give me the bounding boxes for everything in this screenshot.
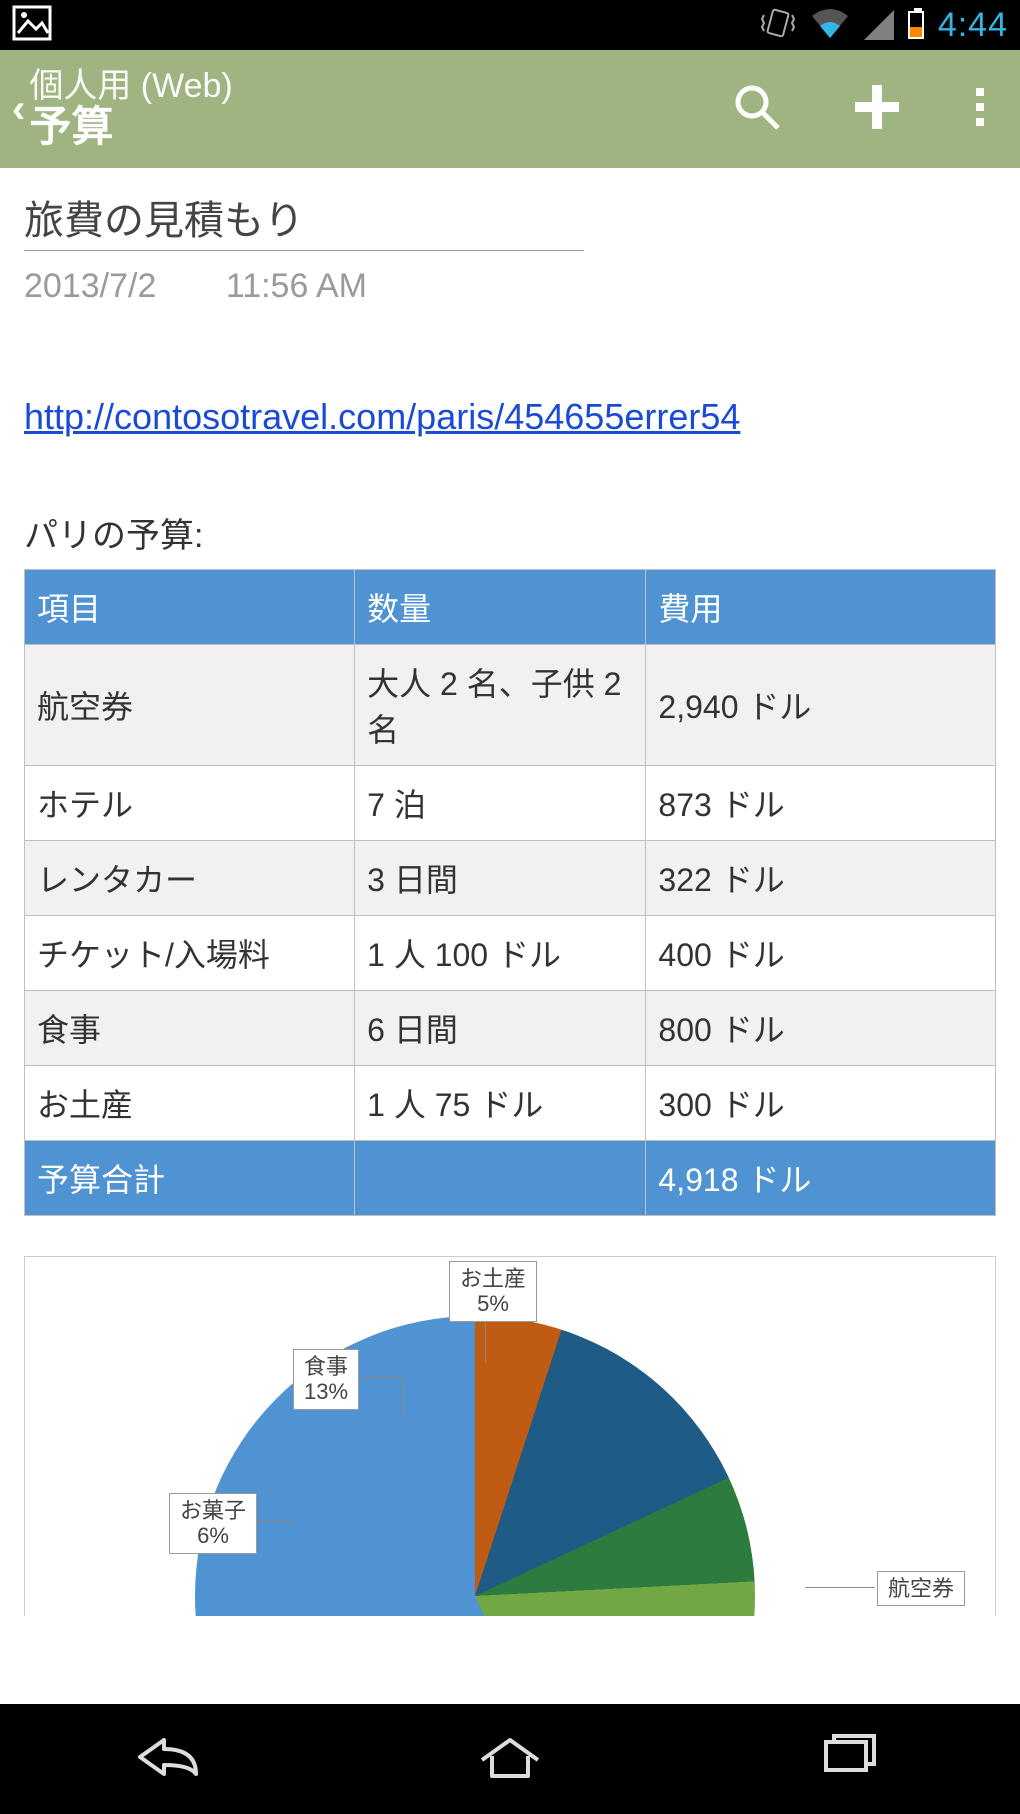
status-clock: 4:44 bbox=[938, 6, 1008, 45]
pie-label-koukuu: 航空券 bbox=[877, 1571, 965, 1606]
pie-label-omiyage: お土産5% bbox=[449, 1261, 537, 1322]
table-header: 費用 bbox=[646, 570, 996, 645]
appbar-subtitle: 個人用 (Web) bbox=[29, 69, 232, 105]
budget-section-title: パリの予算: bbox=[24, 508, 996, 557]
note-hyperlink[interactable]: http://contosotravel.com/paris/454655err… bbox=[24, 396, 996, 438]
add-button[interactable] bbox=[852, 82, 902, 137]
table-row: ホテル7 泊873 ドル bbox=[25, 766, 996, 841]
app-bar: ‹ 個人用 (Web) 予算 bbox=[0, 50, 1020, 168]
appbar-title: 予算 bbox=[29, 105, 232, 149]
vibrate-icon bbox=[760, 5, 796, 46]
table-row: 食事6 日間800 ドル bbox=[25, 991, 996, 1066]
table-row: お土産1 人 75 ドル300 ドル bbox=[25, 1066, 996, 1141]
table-header: 数量 bbox=[355, 570, 646, 645]
picture-icon bbox=[12, 5, 52, 46]
budget-pie-chart: お土産5% 食事13% お菓子6% 航空券 bbox=[24, 1256, 996, 1616]
pie-label-okashi: お菓子6% bbox=[169, 1493, 257, 1554]
cell-signal-icon bbox=[864, 10, 894, 40]
note-title[interactable]: 旅費の見積もり bbox=[24, 188, 584, 251]
note-time: 11:56 AM bbox=[226, 267, 367, 305]
note-content[interactable]: 旅費の見積もり 2013/7/2 11:56 AM http://contoso… bbox=[0, 168, 1020, 1704]
wifi-icon bbox=[810, 6, 850, 45]
pie-label-shokuji: 食事13% bbox=[293, 1349, 359, 1410]
note-meta: 2013/7/2 11:56 AM bbox=[24, 267, 996, 306]
table-total-row: 予算合計4,918 ドル bbox=[25, 1141, 996, 1216]
pie-chart bbox=[195, 1316, 755, 1616]
overflow-menu-button[interactable] bbox=[972, 82, 988, 137]
search-button[interactable] bbox=[732, 82, 782, 137]
nav-recent-button[interactable] bbox=[810, 1732, 890, 1787]
table-row: レンタカー3 日間322 ドル bbox=[25, 841, 996, 916]
table-header: 項目 bbox=[25, 570, 355, 645]
nav-back-button[interactable] bbox=[130, 1732, 210, 1787]
back-button[interactable]: ‹ bbox=[12, 87, 25, 132]
table-row: 航空券大人 2 名、子供 2 名2,940 ドル bbox=[25, 645, 996, 766]
budget-table: 項目 数量 費用 航空券大人 2 名、子供 2 名2,940 ドル ホテル7 泊… bbox=[24, 569, 996, 1216]
battery-icon bbox=[908, 11, 924, 39]
nav-home-button[interactable] bbox=[470, 1732, 550, 1787]
status-bar: 4:44 bbox=[0, 0, 1020, 50]
android-nav-bar bbox=[0, 1704, 1020, 1814]
note-date: 2013/7/2 bbox=[24, 267, 156, 305]
table-row: チケット/入場料1 人 100 ドル400 ドル bbox=[25, 916, 996, 991]
